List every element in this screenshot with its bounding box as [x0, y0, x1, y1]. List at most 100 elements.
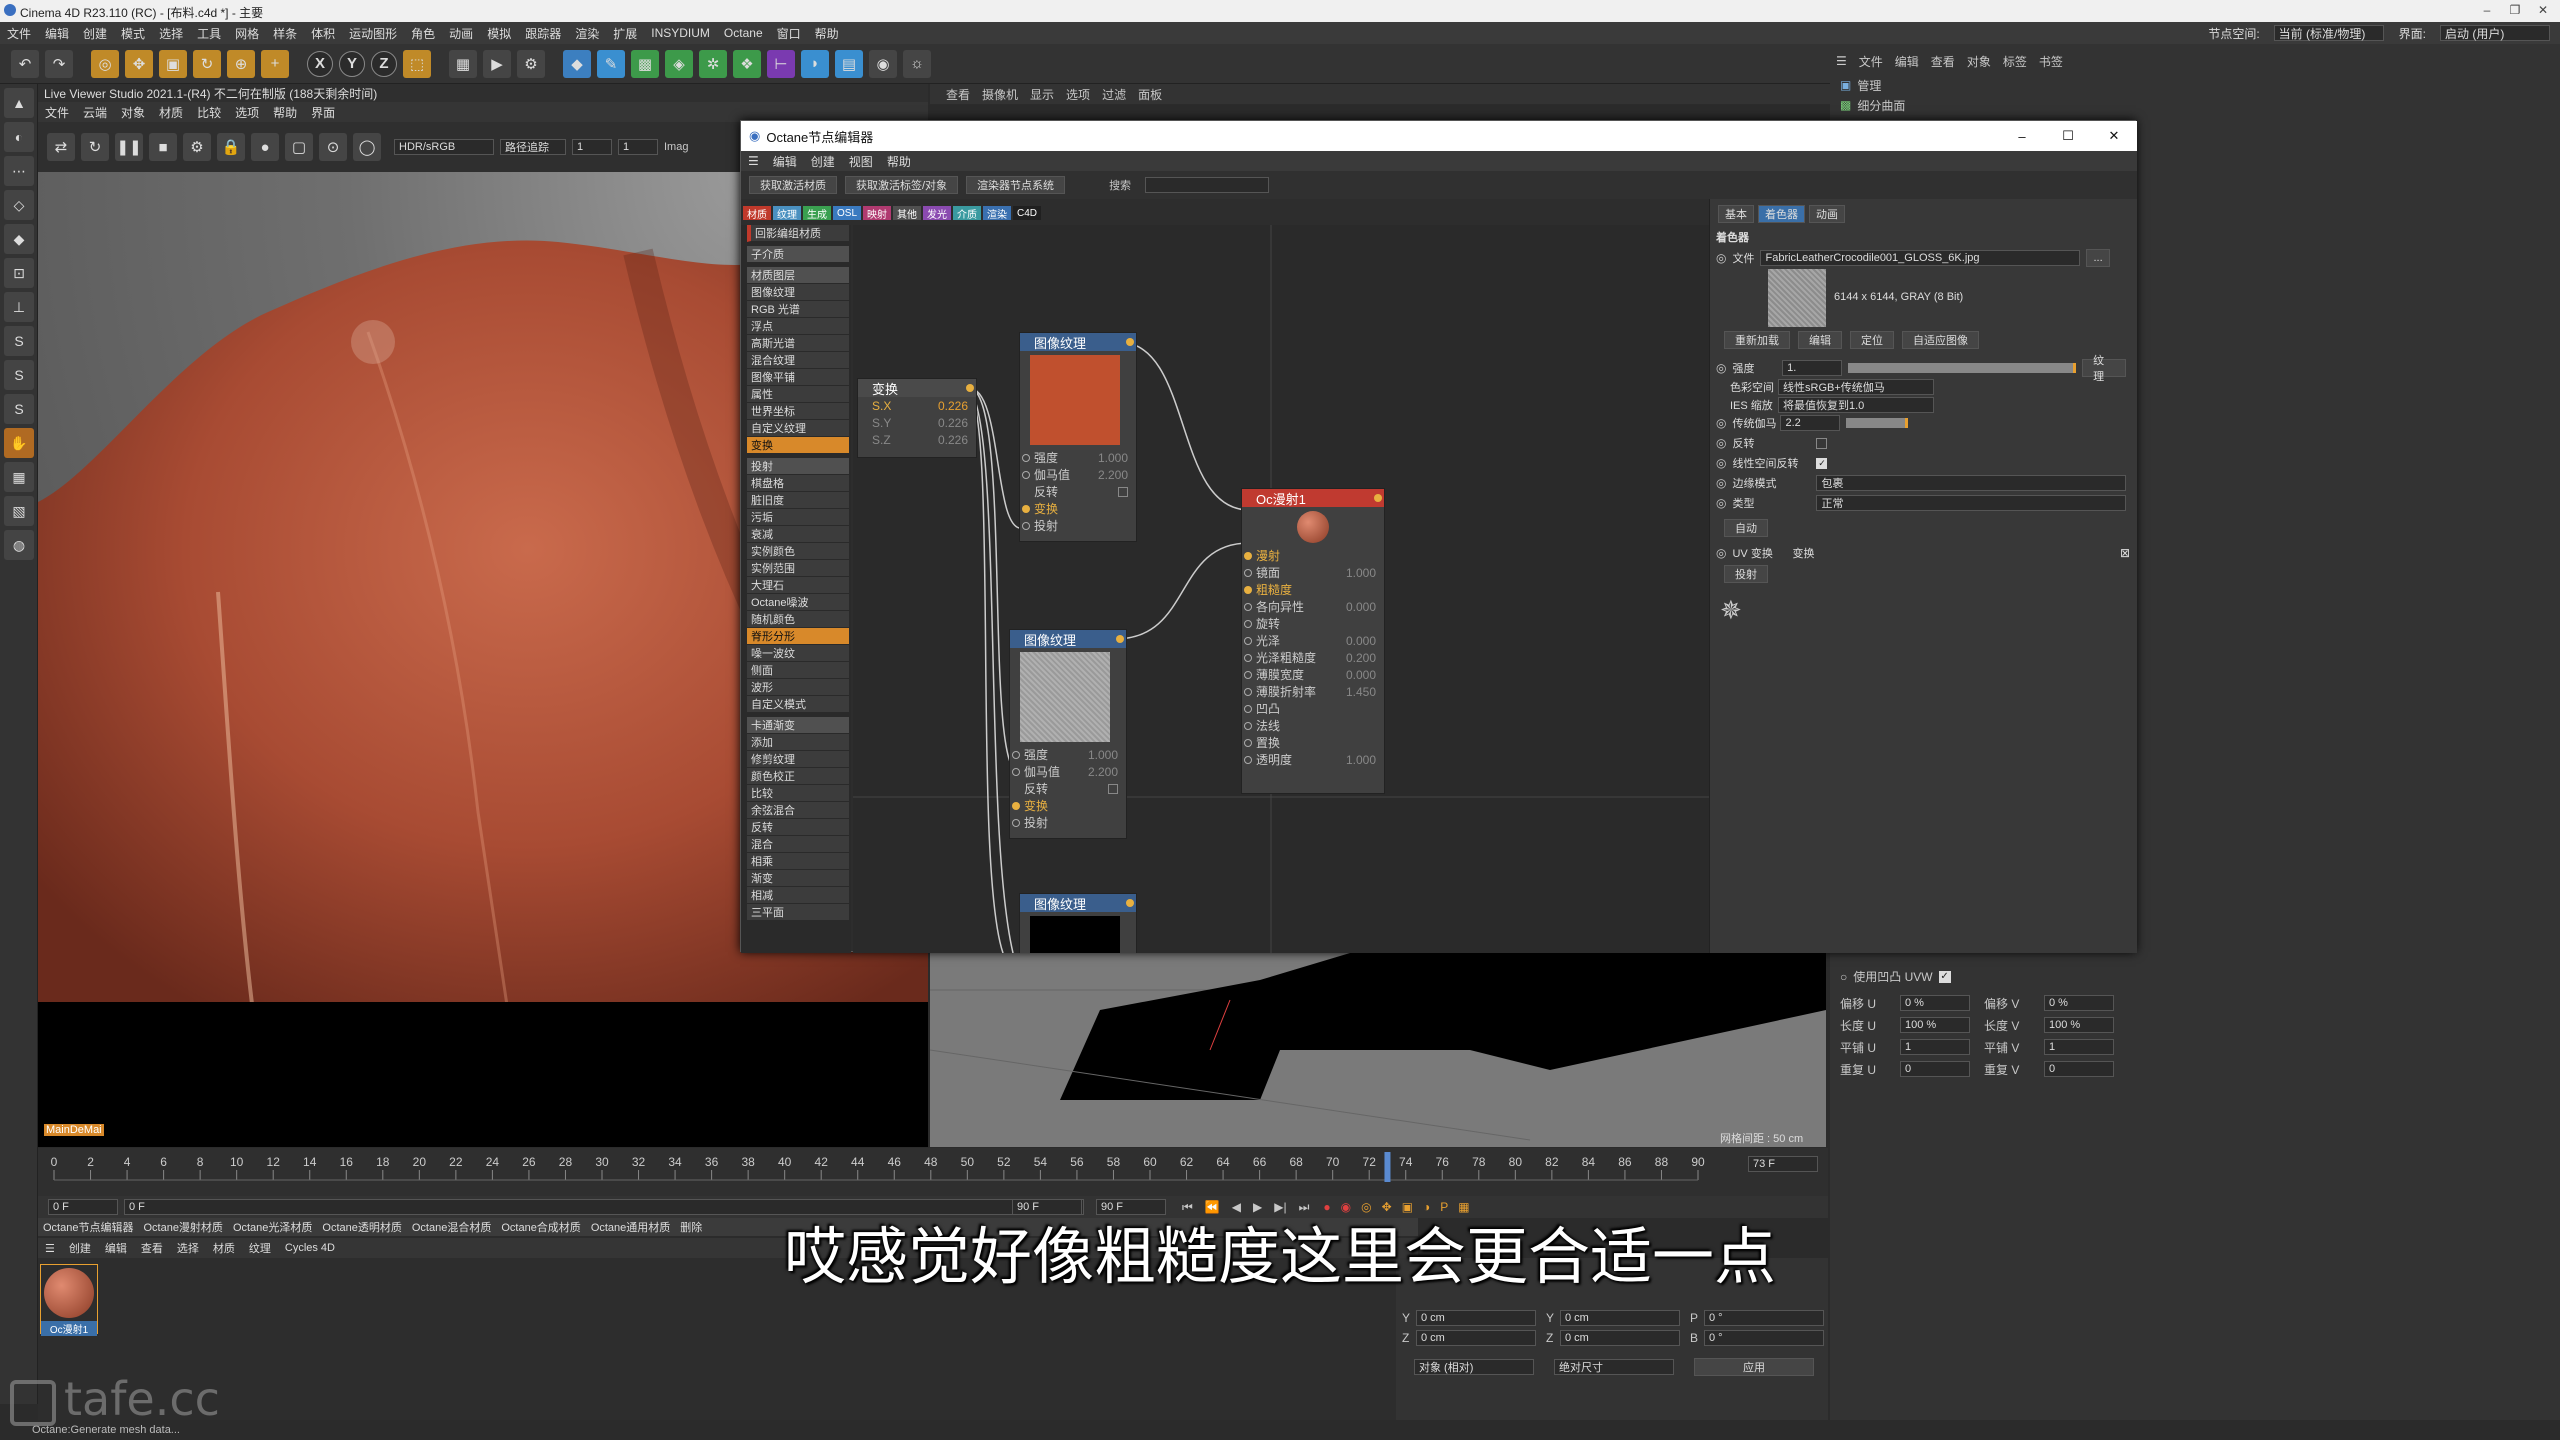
material-param-row[interactable]: 各向异性 0.000: [1242, 598, 1384, 615]
texture-mode-icon[interactable]: ◐: [4, 122, 34, 152]
lv-settings-icon[interactable]: ⚙: [183, 133, 211, 161]
cloner-icon[interactable]: ❖: [733, 49, 761, 78]
node-list-item[interactable]: 添加: [747, 734, 849, 751]
node-list-item[interactable]: 反转: [747, 819, 849, 836]
select-tool-icon[interactable]: ◎: [91, 49, 119, 78]
material-param-row[interactable]: 凹凸: [1242, 700, 1384, 717]
tab-other[interactable]: 其他: [893, 206, 922, 221]
get-active-tag-button[interactable]: 获取激活标签/对象: [845, 176, 959, 194]
lv-refresh-icon[interactable]: ↻: [81, 133, 109, 161]
node-list-item[interactable]: 随机颜色: [747, 611, 849, 628]
material-swatch[interactable]: Oc漫射1: [40, 1264, 98, 1336]
tab-texture[interactable]: 纹理: [773, 206, 801, 221]
redo-icon[interactable]: ↷: [45, 49, 73, 78]
param-value[interactable]: 1.450: [1346, 685, 1376, 699]
param-field[interactable]: 100 %: [1900, 1017, 1970, 1033]
node-list-item[interactable]: 脊形分形: [747, 628, 849, 645]
uv-transform-link-icon[interactable]: ⊠: [2120, 546, 2130, 560]
image-texture-node-2[interactable]: 图像纹理 强度 1.000 伽马值 2.200 反转 变换 投射: [1009, 629, 1127, 839]
node-row[interactable]: 反转: [1020, 483, 1136, 500]
locate-image-button[interactable]: 定位: [1850, 331, 1894, 349]
transform-node-header[interactable]: 变换: [858, 379, 976, 397]
coord-field[interactable]: 0 cm: [1560, 1330, 1680, 1346]
menu-spline[interactable]: 样条: [273, 25, 297, 42]
lv-stop-icon[interactable]: ■: [149, 133, 177, 161]
vp-menu-filter[interactable]: 过滤: [1102, 86, 1126, 103]
tab-mapping[interactable]: 映射: [863, 206, 892, 221]
param-value[interactable]: 0.000: [1346, 668, 1376, 682]
param-value[interactable]: 1.000: [1346, 753, 1376, 767]
node-list-item[interactable]: 相乘: [747, 853, 849, 870]
tab-render[interactable]: 渲染: [983, 206, 1012, 221]
node-list-item[interactable]: 三平面: [747, 904, 849, 921]
coord-field[interactable]: 0 cm: [1416, 1330, 1536, 1346]
minimize-icon[interactable]: –: [2480, 3, 2494, 17]
points-mode-icon[interactable]: ⋯: [4, 156, 34, 186]
om-menu-object[interactable]: 对象: [1967, 53, 1991, 70]
menu-volume[interactable]: 体积: [311, 25, 335, 42]
grid-icon[interactable]: ▦: [4, 462, 34, 492]
input-port[interactable]: [1012, 819, 1020, 827]
use-uvw-row[interactable]: ○ 使用凹凸 UVW ✓: [1840, 968, 1951, 985]
mat-tab[interactable]: Octane合成材质: [501, 1219, 580, 1235]
extrude-icon[interactable]: ◈: [665, 49, 693, 78]
coord-mode-select[interactable]: 对象 (相对): [1414, 1359, 1534, 1375]
material-param-row[interactable]: 旋转: [1242, 615, 1384, 632]
param-value[interactable]: 1.000: [1088, 748, 1118, 762]
lv-lock-icon[interactable]: 🔒: [217, 133, 245, 161]
node-list-item[interactable]: 余弦混合: [747, 802, 849, 819]
node-list-item[interactable]: 相减: [747, 887, 849, 904]
cube-icon[interactable]: ◆: [563, 49, 591, 78]
node-list-item[interactable]: 投射: [747, 458, 849, 475]
node-list-item[interactable]: 自定义纹理: [747, 420, 849, 437]
adaptive-image-button[interactable]: 自适应图像: [1902, 331, 1979, 349]
mat-menu-icon[interactable]: ☰: [45, 1242, 55, 1255]
menu-simulate[interactable]: 模拟: [487, 25, 511, 42]
transform-row-sy[interactable]: S.Y 0.226: [858, 414, 976, 431]
material-param-row[interactable]: 镜面 1.000: [1242, 564, 1384, 581]
param-field[interactable]: 1: [1900, 1039, 1970, 1055]
node-list-item[interactable]: 回影编组材质: [747, 225, 849, 242]
output-port[interactable]: [1126, 899, 1134, 907]
node-list-item[interactable]: 混合纹理: [747, 352, 849, 369]
input-port[interactable]: [1244, 620, 1252, 628]
node-list-item[interactable]: 子介质: [747, 246, 849, 263]
menu-insydium[interactable]: INSYDIUM: [651, 26, 710, 40]
param-field[interactable]: 0: [1900, 1061, 1970, 1077]
lv-pick-icon[interactable]: ⊙: [319, 133, 347, 161]
edit-image-button[interactable]: 编辑: [1798, 331, 1842, 349]
polygons-mode-icon[interactable]: ◆: [4, 224, 34, 254]
reload-image-button[interactable]: 重新加载: [1724, 331, 1790, 349]
material-param-row[interactable]: 置换: [1242, 734, 1384, 751]
lv-region-icon[interactable]: ▢: [285, 133, 313, 161]
auto-button[interactable]: 自动: [1724, 519, 1768, 537]
tab-emission[interactable]: 发光: [923, 206, 952, 221]
paint-icon[interactable]: ✋: [4, 428, 34, 458]
image-texture-node-header[interactable]: 图像纹理: [1010, 630, 1126, 648]
mat-tab[interactable]: Octane通用材质: [591, 1219, 670, 1235]
node-list-item[interactable]: 污垢: [747, 509, 849, 526]
light-icon[interactable]: ☼: [903, 49, 931, 78]
rotate-tool-icon[interactable]: ↻: [193, 49, 221, 78]
field-icon[interactable]: ◗: [801, 49, 829, 78]
interface-select[interactable]: 启动 (用户): [2440, 25, 2550, 41]
om-menu-tags[interactable]: 标签: [2003, 53, 2027, 70]
menu-help[interactable]: 帮助: [815, 25, 839, 42]
param-field[interactable]: 0 %: [1900, 995, 1970, 1011]
mat-tab[interactable]: Octane混合材质: [412, 1219, 491, 1235]
param-value[interactable]: 0.200: [1346, 651, 1376, 665]
get-active-material-button[interactable]: 获取激活材质: [749, 176, 837, 194]
invert-checkbox[interactable]: [1816, 437, 1828, 449]
tab-c4d[interactable]: C4D: [1013, 206, 1042, 220]
node-list-item[interactable]: RGB 光谱: [747, 301, 849, 318]
om-menu-bookmarks[interactable]: 书签: [2039, 53, 2063, 70]
output-port[interactable]: [1116, 635, 1124, 643]
file-path-field[interactable]: FabricLeatherCrocodile001_GLOSS_6K.jpg: [1760, 250, 2081, 266]
node-list-item[interactable]: 实例颜色: [747, 543, 849, 560]
menu-create[interactable]: 创建: [83, 25, 107, 42]
coord-field[interactable]: 0 cm: [1416, 1310, 1536, 1326]
maximize-icon[interactable]: ❐: [2508, 3, 2522, 17]
mat-menu-cycles[interactable]: Cycles 4D: [285, 1242, 335, 1254]
menu-file[interactable]: 文件: [7, 25, 31, 42]
param-value[interactable]: 0.000: [1346, 600, 1376, 614]
